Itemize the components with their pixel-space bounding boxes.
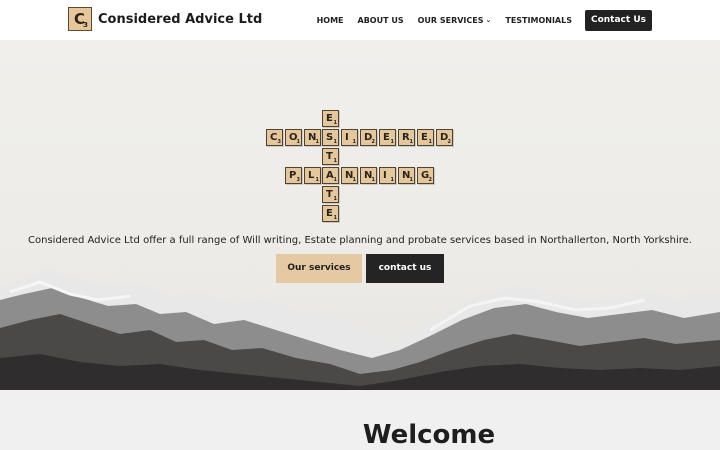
welcome-section: Welcome bbox=[0, 390, 720, 450]
welcome-heading: Welcome bbox=[362, 420, 496, 450]
our-services-button[interactable]: Our services bbox=[276, 254, 362, 283]
tile-considered-d: D 2 bbox=[360, 129, 377, 146]
hero-section: E 1 T 1 T 1 E 1 C 3 O 1 N 1 S 1 I 1 D 2 … bbox=[0, 40, 720, 390]
tile-estate-t2: T 1 bbox=[322, 186, 339, 203]
nav-our-services-label: OUR SERVICES bbox=[417, 16, 484, 25]
tile-considered-r: R 1 bbox=[398, 129, 415, 146]
tile-score: 3 bbox=[296, 177, 300, 183]
mountain-range-image bbox=[0, 270, 720, 390]
logo-score: 3 bbox=[83, 21, 88, 29]
contact-us-hero-button[interactable]: contact us bbox=[366, 254, 444, 283]
tile-estate-e: E 1 bbox=[322, 110, 339, 127]
tile-score: 1 bbox=[296, 139, 300, 145]
tile-considered-s: S 1 bbox=[322, 129, 339, 146]
tile-score: 1 bbox=[352, 177, 356, 183]
tile-score: 1 bbox=[390, 177, 394, 183]
tile-score: 1 bbox=[371, 177, 375, 183]
tile-letter: E bbox=[326, 208, 333, 219]
tile-score: 1 bbox=[333, 120, 337, 126]
chevron-down-icon: ⌄ bbox=[485, 15, 492, 24]
tile-letter: E bbox=[326, 113, 333, 124]
nav-home[interactable]: HOME bbox=[317, 16, 344, 25]
tile-score: 2 bbox=[371, 139, 375, 145]
tile-score: 1 bbox=[333, 196, 337, 202]
site-header: C 3 Considered Advice Ltd HOME ABOUT US … bbox=[0, 0, 720, 40]
nav-testimonials[interactable]: TESTIMONIALS bbox=[505, 16, 572, 25]
tile-planning-p: P 3 bbox=[285, 167, 302, 184]
tile-score: 1 bbox=[315, 139, 319, 145]
tile-letter: I bbox=[345, 132, 349, 143]
tile-considered-e2: E 1 bbox=[417, 129, 434, 146]
nav-about-us[interactable]: ABOUT US bbox=[358, 16, 404, 25]
main-navigation: HOME ABOUT US OUR SERVICES ⌄ TESTIMONIAL… bbox=[317, 10, 652, 31]
tile-letter: E bbox=[421, 132, 428, 143]
tile-estate-t1: T 1 bbox=[322, 148, 339, 165]
tile-score: 2 bbox=[428, 177, 432, 183]
site-logo[interactable]: C 3 Considered Advice Ltd bbox=[68, 7, 262, 31]
tile-score: 1 bbox=[409, 177, 413, 183]
tile-letter: E bbox=[383, 132, 390, 143]
tile-letter: T bbox=[326, 151, 333, 162]
tile-estate-e2: E 1 bbox=[322, 205, 339, 222]
tile-score: 1 bbox=[333, 139, 337, 145]
hero-buttons: Our services contact us bbox=[276, 254, 444, 283]
tile-score: 1 bbox=[315, 177, 319, 183]
tile-score: 1 bbox=[333, 158, 337, 164]
tile-planning-a: A 1 bbox=[322, 167, 339, 184]
tile-score: 1 bbox=[409, 139, 413, 145]
tile-score: 3 bbox=[277, 139, 281, 145]
tile-score: 1 bbox=[352, 139, 356, 145]
tile-considered-d2: D 2 bbox=[436, 129, 453, 146]
tile-letter: I bbox=[383, 170, 387, 181]
tile-planning-g: G 2 bbox=[417, 167, 434, 184]
nav-our-services[interactable]: OUR SERVICES ⌄ bbox=[417, 15, 492, 26]
tile-score: 1 bbox=[390, 139, 394, 145]
tile-planning-n: N 1 bbox=[341, 167, 358, 184]
tile-letter: T bbox=[326, 189, 333, 200]
tile-planning-i: I 1 bbox=[379, 167, 396, 184]
contact-us-button[interactable]: Contact Us bbox=[584, 10, 652, 31]
tile-letter: S bbox=[326, 132, 334, 143]
tile-considered-i: I 1 bbox=[341, 129, 358, 146]
tile-considered-e: E 1 bbox=[379, 129, 396, 146]
tile-score: 1 bbox=[428, 139, 432, 145]
tile-considered-n: N 1 bbox=[304, 129, 321, 146]
tile-planning-n2: N 1 bbox=[360, 167, 377, 184]
tile-planning-n3: N 1 bbox=[398, 167, 415, 184]
tile-letter: C bbox=[270, 132, 278, 143]
logo-tile-icon: C 3 bbox=[68, 7, 92, 31]
tile-considered-o: O 1 bbox=[285, 129, 302, 146]
tile-planning-l: L 1 bbox=[304, 167, 321, 184]
tile-score: 2 bbox=[447, 139, 451, 145]
tile-letter: P bbox=[289, 170, 297, 181]
tile-considered-c: C 3 bbox=[266, 129, 283, 146]
tile-score: 1 bbox=[333, 215, 337, 221]
site-title[interactable]: Considered Advice Ltd bbox=[98, 12, 262, 27]
hero-tagline: Considered Advice Ltd offer a full range… bbox=[28, 235, 692, 246]
scrabble-tiles-logo: E 1 T 1 T 1 E 1 C 3 O 1 N 1 S 1 I 1 D 2 … bbox=[0, 40, 720, 230]
tile-score: 1 bbox=[333, 177, 337, 183]
tile-letter: L bbox=[308, 170, 315, 181]
